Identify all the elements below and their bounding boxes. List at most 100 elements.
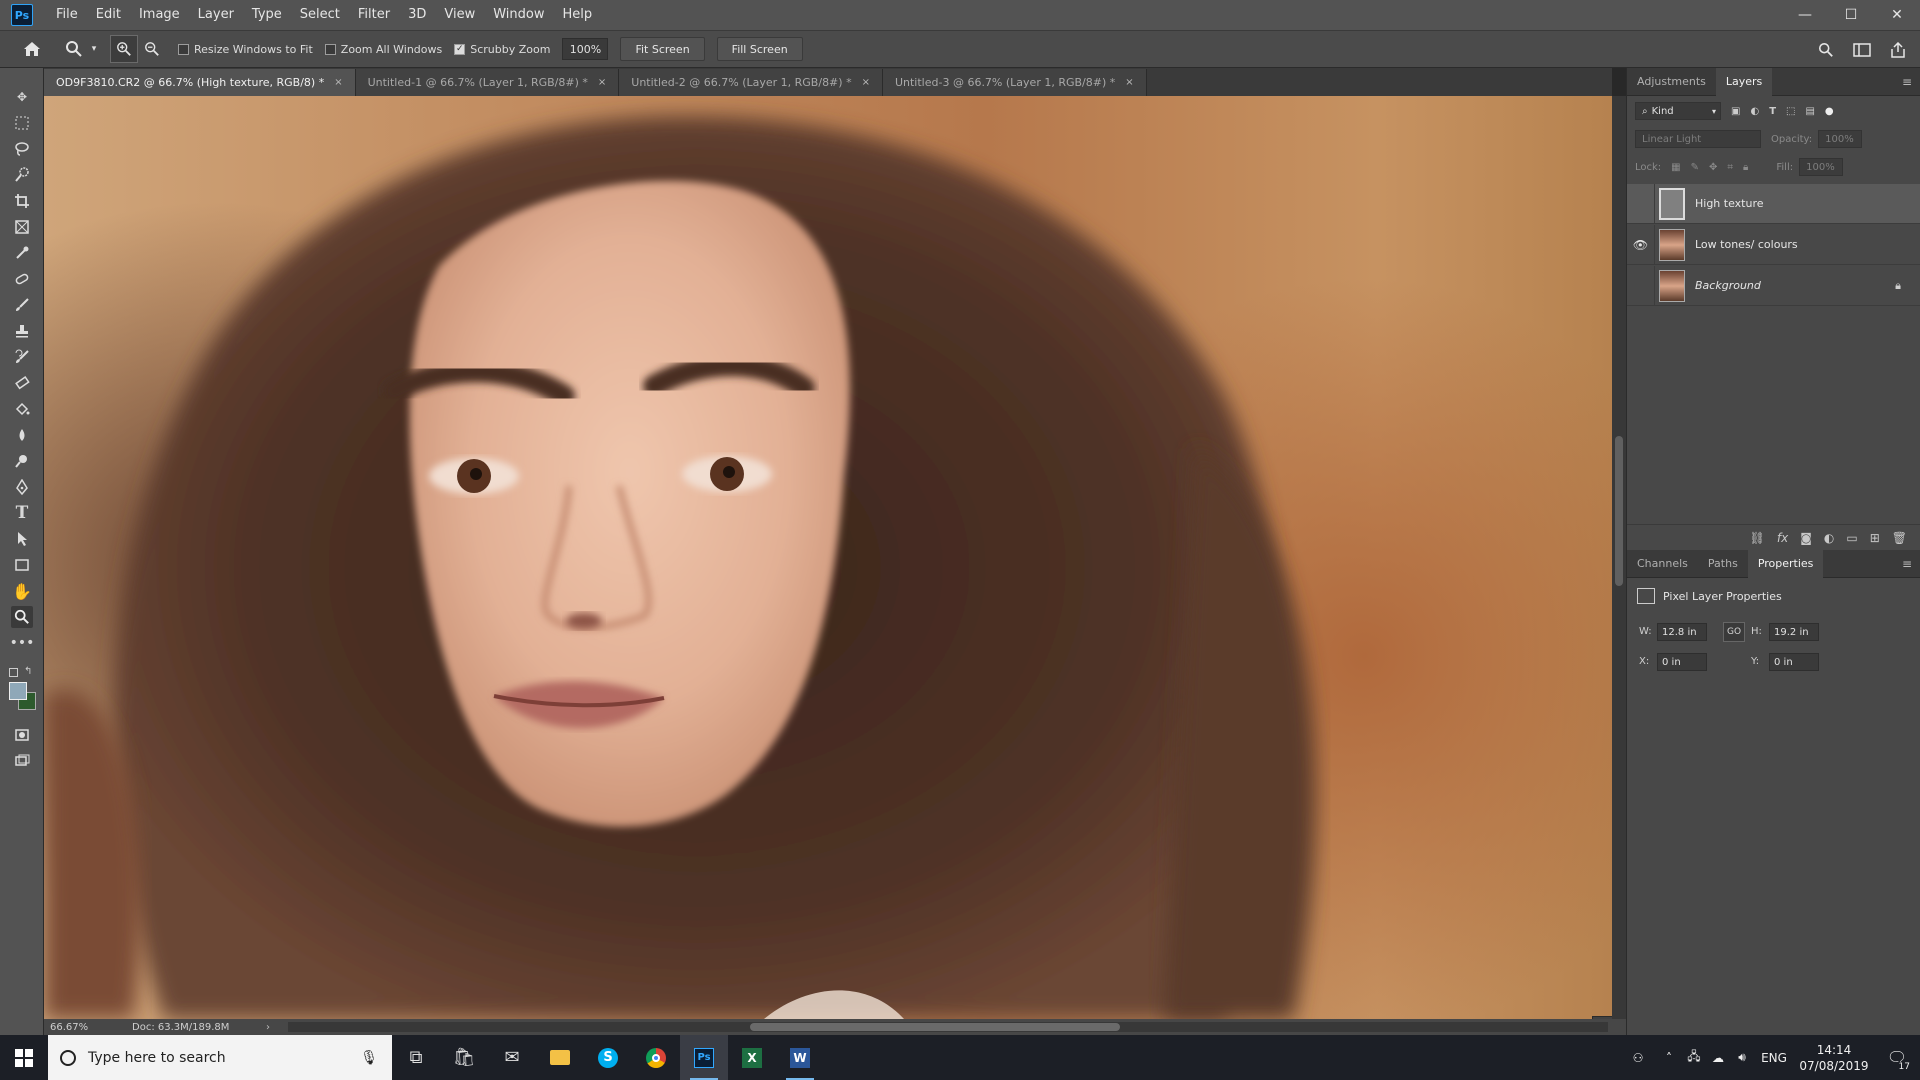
zoom-in-icon[interactable]	[110, 35, 138, 63]
zoom-all-windows-checkbox[interactable]	[324, 43, 336, 55]
zoom-all-windows-option[interactable]: Zoom All Windows	[324, 43, 442, 56]
tab-document-1[interactable]: OD9F3810.CR2 @ 66.7% (High texture, RGB/…	[44, 69, 356, 96]
lock-artboard-icon[interactable]: ⌗	[1727, 162, 1733, 173]
document-canvas[interactable]: » ✕ ⇅ ▶	[44, 96, 1612, 1019]
lock-all-icon[interactable]: 🔒︎	[1743, 162, 1748, 173]
layer-row-background[interactable]: Background 🔒︎	[1627, 265, 1920, 306]
layer-name[interactable]: Background	[1695, 279, 1761, 292]
layer-name[interactable]: Low tones/ colours	[1695, 238, 1798, 251]
horizontal-scrollbar[interactable]	[288, 1022, 1608, 1032]
frame-tool-icon[interactable]	[11, 216, 33, 238]
crop-tool-icon[interactable]	[11, 190, 33, 212]
filter-pixel-icon[interactable]: ▣	[1731, 106, 1740, 117]
minimize-button[interactable]: —	[1782, 0, 1828, 30]
tab-close-icon[interactable]: ×	[598, 77, 606, 88]
tab-adjustments[interactable]: Adjustments	[1627, 68, 1716, 96]
trash-icon[interactable]: 🗑︎	[1892, 531, 1907, 545]
lock-transparent-icon[interactable]: ▦	[1671, 162, 1680, 173]
width-field[interactable]: 12.8 in	[1657, 623, 1707, 641]
excel-icon[interactable]: X	[728, 1035, 776, 1080]
blur-tool-icon[interactable]	[11, 424, 33, 446]
menu-filter[interactable]: Filter	[349, 0, 399, 30]
tab-document-4[interactable]: Untitled-3 @ 66.7% (Layer 1, RGB/8#) * ×	[882, 69, 1147, 96]
share-icon[interactable]	[1884, 36, 1912, 64]
tab-close-icon[interactable]: ×	[862, 77, 870, 88]
foreground-color-swatch[interactable]	[9, 682, 27, 700]
language-indicator[interactable]: ENG	[1754, 1051, 1794, 1065]
new-layer-icon[interactable]: ⊞	[1870, 531, 1880, 545]
layer-row-high-texture[interactable]: High texture	[1627, 183, 1920, 224]
volume-icon[interactable]: 🔊︎	[1730, 1050, 1754, 1065]
hand-tool-icon[interactable]: ✋	[11, 580, 33, 602]
fill-field[interactable]: 100%	[1799, 158, 1844, 176]
file-explorer-icon[interactable]	[536, 1035, 584, 1080]
panel-menu-icon[interactable]: ≡	[1902, 557, 1912, 571]
menu-layer[interactable]: Layer	[189, 0, 243, 30]
status-expand-icon[interactable]: ›	[266, 1022, 270, 1033]
menu-view[interactable]: View	[435, 0, 484, 30]
filter-toggle-icon[interactable]: ●	[1825, 106, 1834, 117]
height-field[interactable]: 19.2 in	[1769, 623, 1819, 641]
tab-properties[interactable]: Properties	[1747, 549, 1824, 578]
skype-icon[interactable]: S	[584, 1035, 632, 1080]
visibility-toggle-off[interactable]	[1627, 265, 1655, 306]
tab-layers[interactable]: Layers	[1715, 67, 1773, 96]
photoshop-taskbar-icon[interactable]: Ps	[680, 1035, 728, 1080]
menu-help[interactable]: Help	[554, 0, 602, 30]
y-field[interactable]: 0 in	[1769, 653, 1819, 671]
chrome-icon[interactable]	[632, 1035, 680, 1080]
dodge-tool-icon[interactable]	[11, 450, 33, 472]
tab-close-icon[interactable]: ×	[1125, 77, 1133, 88]
link-dimensions-button[interactable]: GO	[1723, 622, 1745, 642]
path-selection-tool-icon[interactable]	[11, 528, 33, 550]
store-icon[interactable]: 🛍︎	[440, 1035, 488, 1080]
chevron-up-icon[interactable]: ˄	[1656, 1051, 1682, 1065]
rectangle-tool-icon[interactable]	[11, 554, 33, 576]
fill-screen-button[interactable]: Fill Screen	[716, 37, 803, 61]
close-button[interactable]: ✕	[1874, 0, 1920, 30]
default-colors-icon[interactable]	[9, 668, 18, 677]
chevron-down-icon[interactable]: ▾	[88, 35, 100, 63]
quick-selection-tool-icon[interactable]	[11, 164, 33, 186]
eraser-tool-icon[interactable]	[11, 372, 33, 394]
task-view-icon[interactable]: ⧉	[392, 1035, 440, 1080]
layer-row-low-tones[interactable]: 👁︎ Low tones/ colours	[1627, 224, 1920, 265]
marquee-tool-icon[interactable]	[11, 112, 33, 134]
filter-shape-icon[interactable]: ⬚	[1786, 106, 1795, 117]
healing-brush-tool-icon[interactable]	[11, 268, 33, 290]
tab-channels[interactable]: Channels	[1627, 550, 1698, 578]
maximize-button[interactable]: ☐	[1828, 0, 1874, 30]
zoom-value-field[interactable]: 100%	[562, 38, 609, 60]
visibility-toggle-off[interactable]	[1627, 183, 1655, 224]
menu-image[interactable]: Image	[130, 0, 189, 30]
vertical-scroll-thumb[interactable]	[1615, 436, 1623, 586]
horizontal-scroll-thumb[interactable]	[750, 1023, 1120, 1031]
zoom-tool-icon[interactable]	[11, 606, 33, 628]
eye-icon[interactable]: 👁︎	[1627, 224, 1655, 265]
people-icon[interactable]: ⚇	[1620, 1051, 1656, 1065]
onedrive-icon[interactable]: ☁	[1706, 1051, 1730, 1065]
microphone-icon[interactable]: 🎙︎	[360, 1050, 378, 1066]
filter-type-icon[interactable]: T	[1769, 106, 1776, 117]
panel-menu-icon[interactable]: ≡	[1902, 75, 1912, 89]
type-tool-icon[interactable]: T	[11, 502, 33, 524]
filter-smart-object-icon[interactable]: ▤	[1805, 106, 1814, 117]
fx-icon[interactable]: fx	[1777, 531, 1788, 545]
fit-screen-button[interactable]: Fit Screen	[620, 37, 705, 61]
action-center-icon[interactable]: 🗨︎ 17	[1874, 1035, 1920, 1080]
blend-mode-select[interactable]: Linear Light	[1635, 130, 1761, 148]
menu-window[interactable]: Window	[484, 0, 553, 30]
pen-tool-icon[interactable]	[11, 476, 33, 498]
home-icon[interactable]	[18, 35, 46, 63]
lasso-tool-icon[interactable]	[11, 138, 33, 160]
network-icon[interactable]: 🖧︎	[1682, 1047, 1706, 1068]
opacity-field[interactable]: 100%	[1818, 130, 1863, 148]
link-layers-icon[interactable]: ⛓︎	[1750, 531, 1765, 545]
scrubby-zoom-option[interactable]: ✓ Scrubby Zoom	[454, 43, 550, 56]
paint-bucket-tool-icon[interactable]	[11, 398, 33, 420]
menu-3d[interactable]: 3D	[399, 0, 435, 30]
zoom-out-icon[interactable]	[138, 35, 166, 63]
scrubby-zoom-checkbox[interactable]: ✓	[454, 43, 466, 55]
lock-brush-icon[interactable]: ✎	[1691, 162, 1699, 173]
menu-select[interactable]: Select	[291, 0, 349, 30]
